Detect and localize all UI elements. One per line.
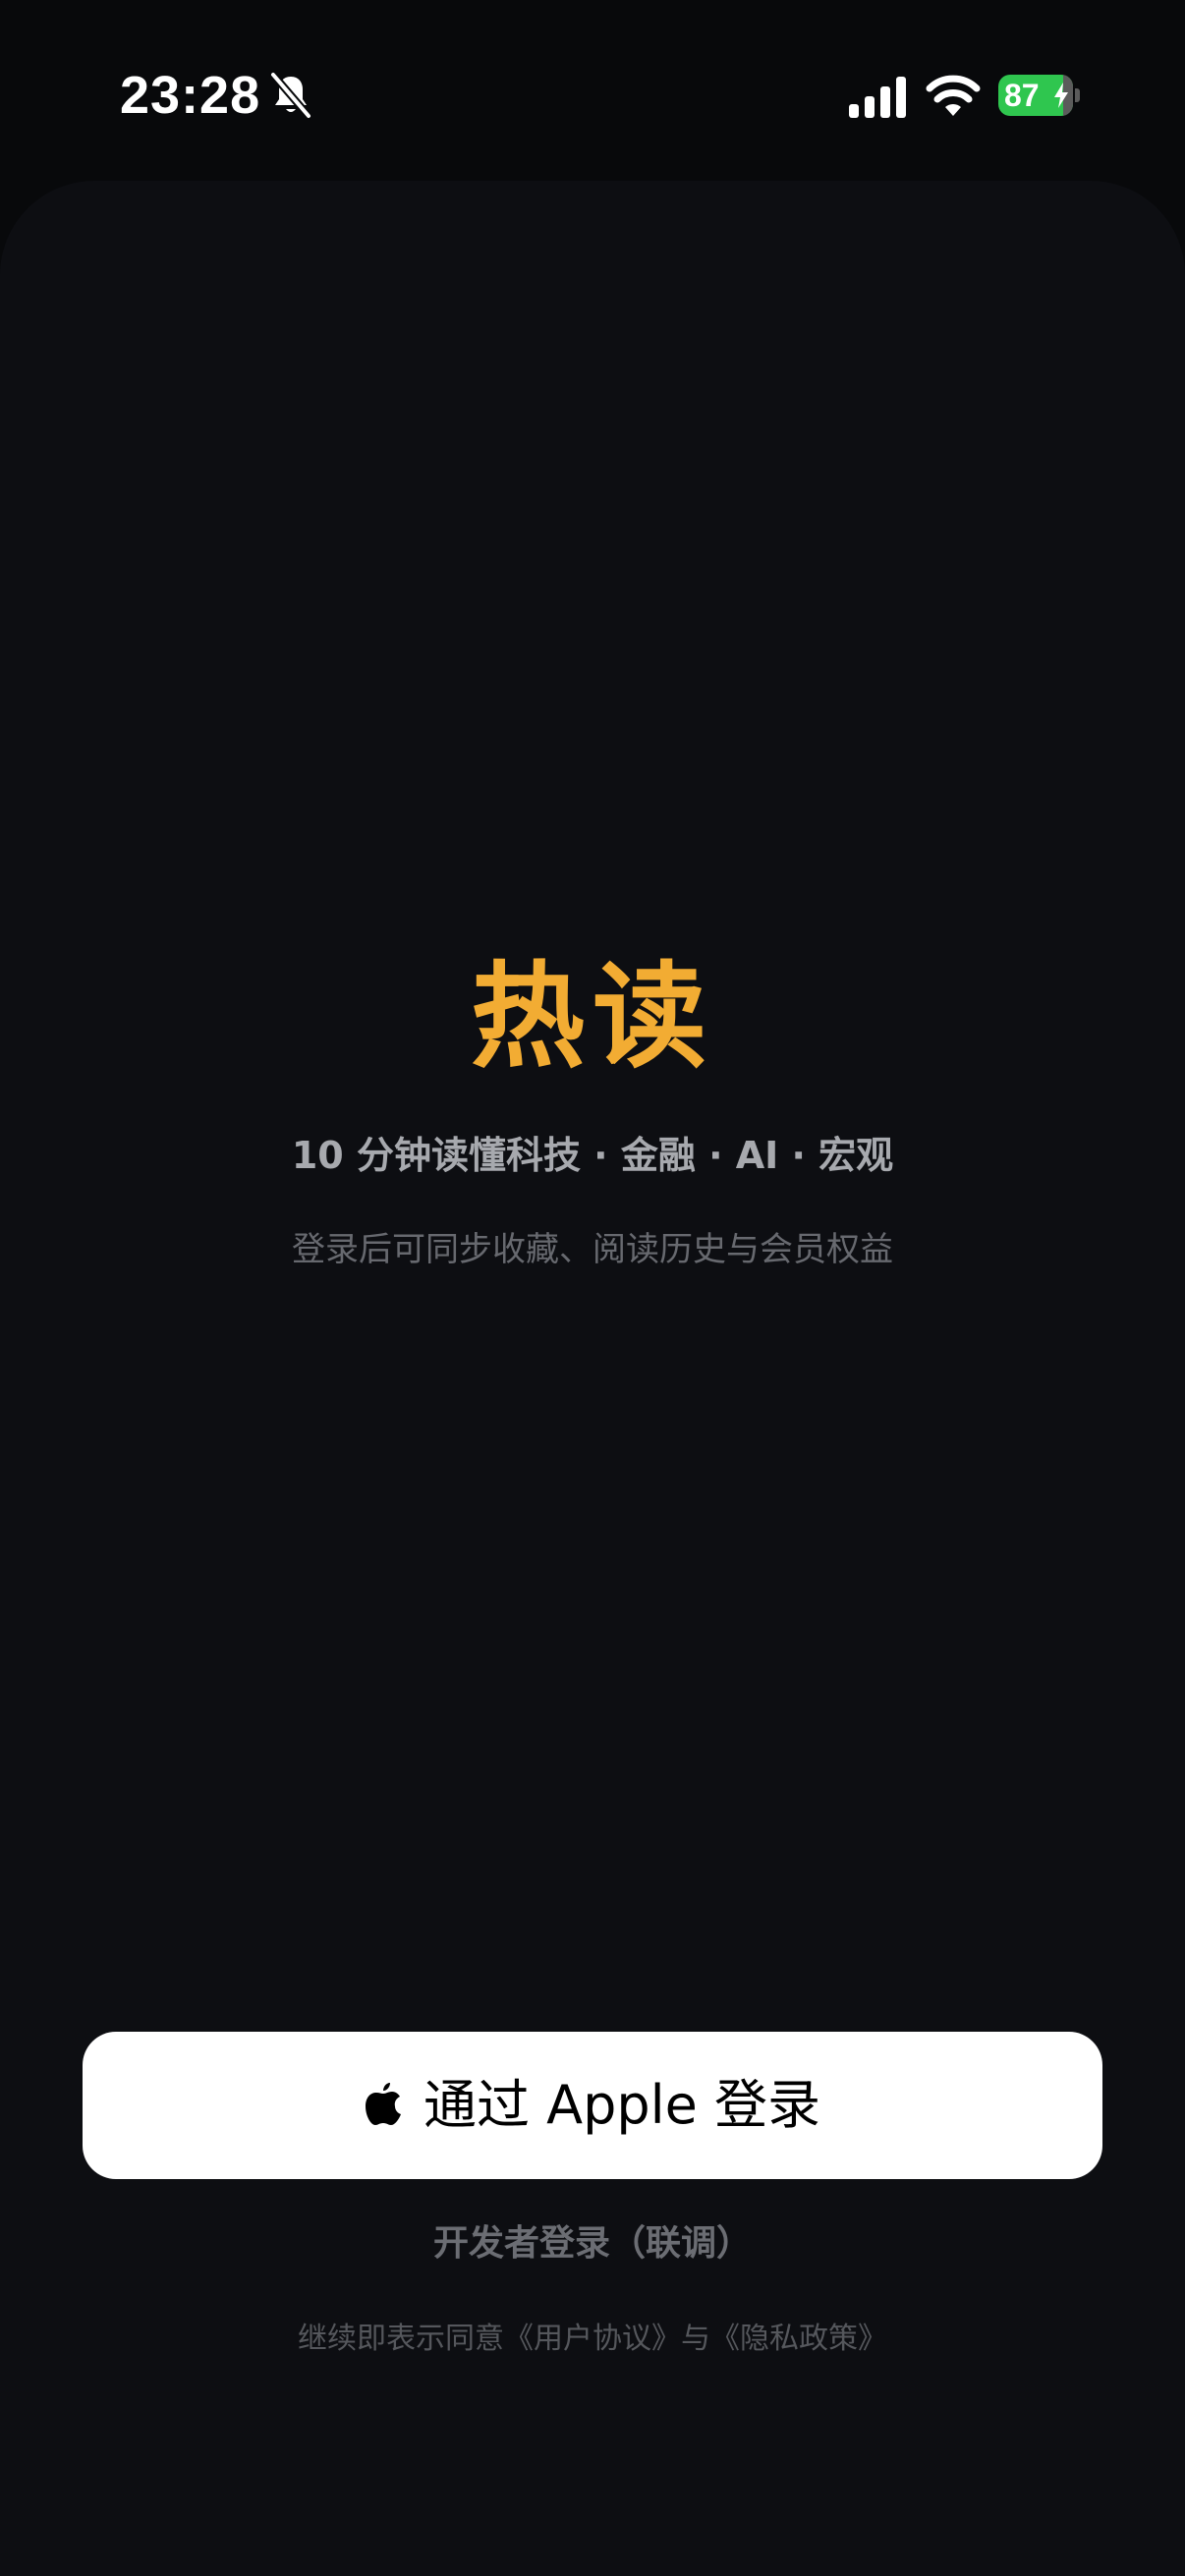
battery-percent: 87 <box>1004 78 1040 113</box>
login-screen: 23:28 87 热读 10 分钟读懂科技 · 金融 · AI · 宏观 登录后… <box>0 0 1185 2576</box>
developer-login-link[interactable]: 开发者登录（联调） <box>0 2216 1185 2271</box>
apple-login-label: 通过 Apple 登录 <box>423 2074 821 2136</box>
tagline: 10 分钟读懂科技 · 金融 · AI · 宏观 <box>291 1134 894 1177</box>
charging-bolt-icon <box>1054 83 1068 108</box>
battery-fill: 87 <box>998 75 1073 116</box>
status-bar: 23:28 87 <box>0 0 1185 187</box>
apple-login-button[interactable]: 通过 Apple 登录 <box>83 2032 1102 2179</box>
battery-indicator: 87 <box>998 75 1081 116</box>
bell-slash-icon <box>269 71 312 120</box>
cellular-signal-icon <box>849 77 906 118</box>
apple-logo-icon <box>365 2083 401 2125</box>
app-title: 热读 <box>471 951 714 1084</box>
subtitle: 登录后可同步收藏、阅读历史与会员权益 <box>292 1230 893 1269</box>
status-time: 23:28 <box>120 66 261 125</box>
wifi-icon <box>926 75 981 116</box>
agreement-text[interactable]: 继续即表示同意《用户协议》与《隐私政策》 <box>0 2317 1185 2362</box>
